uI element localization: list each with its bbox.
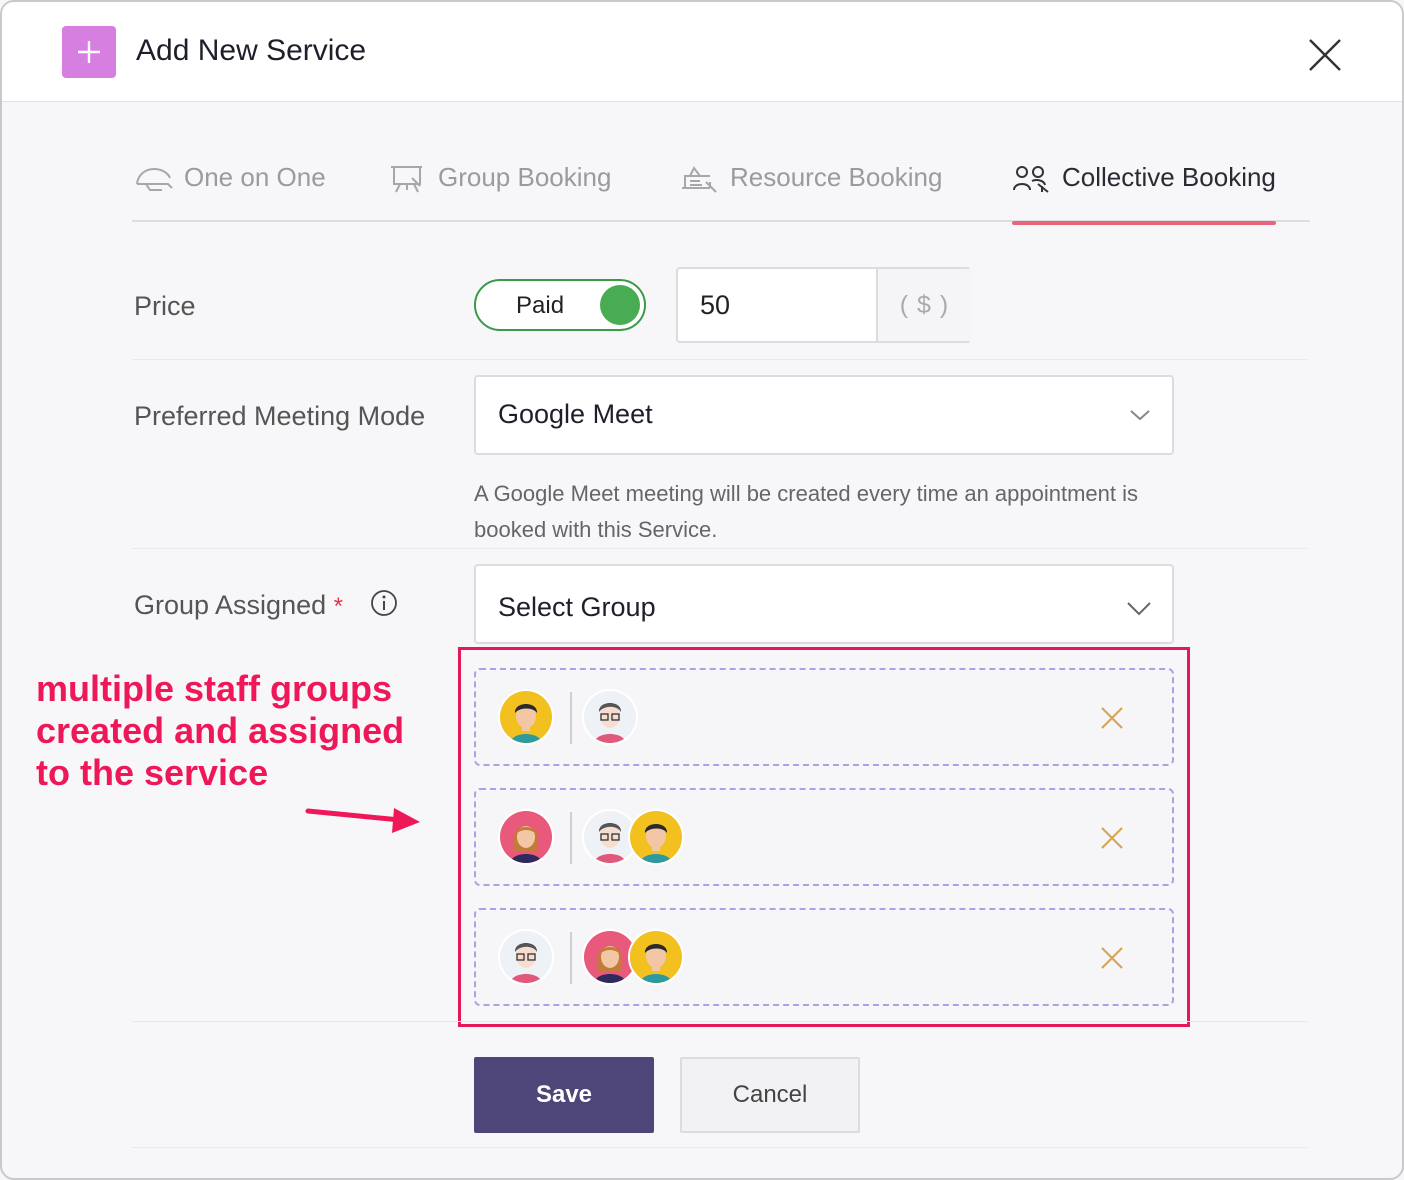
avatar-man-glasses xyxy=(498,929,554,985)
paid-toggle[interactable]: Paid xyxy=(474,279,646,331)
tab-label: One on One xyxy=(184,162,326,192)
avatar-man-glasses xyxy=(582,689,638,745)
service-type-tabs: One on One Group Booking Resource Bookin… xyxy=(132,162,1310,225)
remove-group-button[interactable] xyxy=(1096,942,1128,974)
divider xyxy=(132,1021,1307,1022)
avatar-woman-pink xyxy=(498,809,554,865)
dialog-header: Add New Service xyxy=(2,2,1402,102)
group-label-text: Group Assigned xyxy=(134,590,327,620)
group-select[interactable]: Select Group xyxy=(474,564,1174,644)
tab-collective-booking[interactable]: Collective Booking xyxy=(1012,162,1276,225)
info-icon[interactable] xyxy=(370,589,398,622)
one-on-one-icon xyxy=(136,167,173,191)
annotation-line: multiple staff groups xyxy=(36,668,393,709)
price-input[interactable] xyxy=(678,269,876,341)
annotation-text: multiple staff groups created and assign… xyxy=(36,668,404,794)
annotation-line: created and assigned xyxy=(36,710,405,751)
selected-value: Google Meet xyxy=(498,399,653,429)
group-placeholder: Select Group xyxy=(498,592,656,622)
avatar-man-yellow xyxy=(628,929,684,985)
group-card xyxy=(474,668,1174,766)
avatar-man-yellow xyxy=(498,689,554,745)
tab-resource-booking[interactable]: Resource Booking xyxy=(680,162,942,222)
divider xyxy=(132,548,1307,549)
resource-booking-icon xyxy=(682,166,717,193)
meeting-mode-select[interactable]: Google Meet xyxy=(474,375,1174,455)
group-card xyxy=(474,908,1174,1006)
toggle-label: Paid xyxy=(516,292,565,319)
group-card xyxy=(474,788,1174,886)
price-field: ( $ ) xyxy=(676,267,971,343)
cancel-button[interactable]: Cancel xyxy=(680,1057,860,1133)
price-label: Price xyxy=(134,291,196,321)
tab-one-on-one[interactable]: One on One xyxy=(134,162,326,222)
annotation-line: to the service xyxy=(36,752,269,793)
remove-group-button[interactable] xyxy=(1096,822,1128,854)
group-divider xyxy=(570,812,572,864)
divider xyxy=(132,1147,1307,1148)
collective-booking-icon xyxy=(1013,166,1049,193)
meeting-mode-label: Preferred Meeting Mode xyxy=(134,401,426,431)
save-button[interactable]: Save xyxy=(474,1057,654,1133)
meeting-mode-help: A Google Meet meeting will be created ev… xyxy=(474,481,1139,542)
avatar-man-yellow xyxy=(628,809,684,865)
group-assigned-label: Group Assigned * xyxy=(134,590,343,622)
chevron-down-icon xyxy=(1130,410,1150,421)
chevron-down-icon xyxy=(1127,602,1151,616)
group-divider xyxy=(570,692,572,744)
close-icon[interactable] xyxy=(1302,32,1348,78)
tab-label: Resource Booking xyxy=(730,162,943,192)
tab-label: Group Booking xyxy=(438,162,612,192)
dialog-title: Add New Service xyxy=(136,34,367,67)
currency-suffix: ( $ ) xyxy=(876,269,971,341)
active-tab-indicator xyxy=(1012,221,1276,225)
toggle-knob xyxy=(600,285,640,325)
group-booking-icon xyxy=(391,166,422,193)
dialog: Add New Service One on One Group Booking… xyxy=(0,0,1404,1180)
divider xyxy=(132,359,1307,360)
tab-label: Collective Booking xyxy=(1062,162,1276,192)
required-mark: * xyxy=(333,593,343,620)
arrow-right-icon xyxy=(305,808,420,833)
remove-group-button[interactable] xyxy=(1096,702,1128,734)
tab-group-booking[interactable]: Group Booking xyxy=(388,162,611,222)
plus-icon xyxy=(62,26,116,78)
group-divider xyxy=(570,932,572,984)
